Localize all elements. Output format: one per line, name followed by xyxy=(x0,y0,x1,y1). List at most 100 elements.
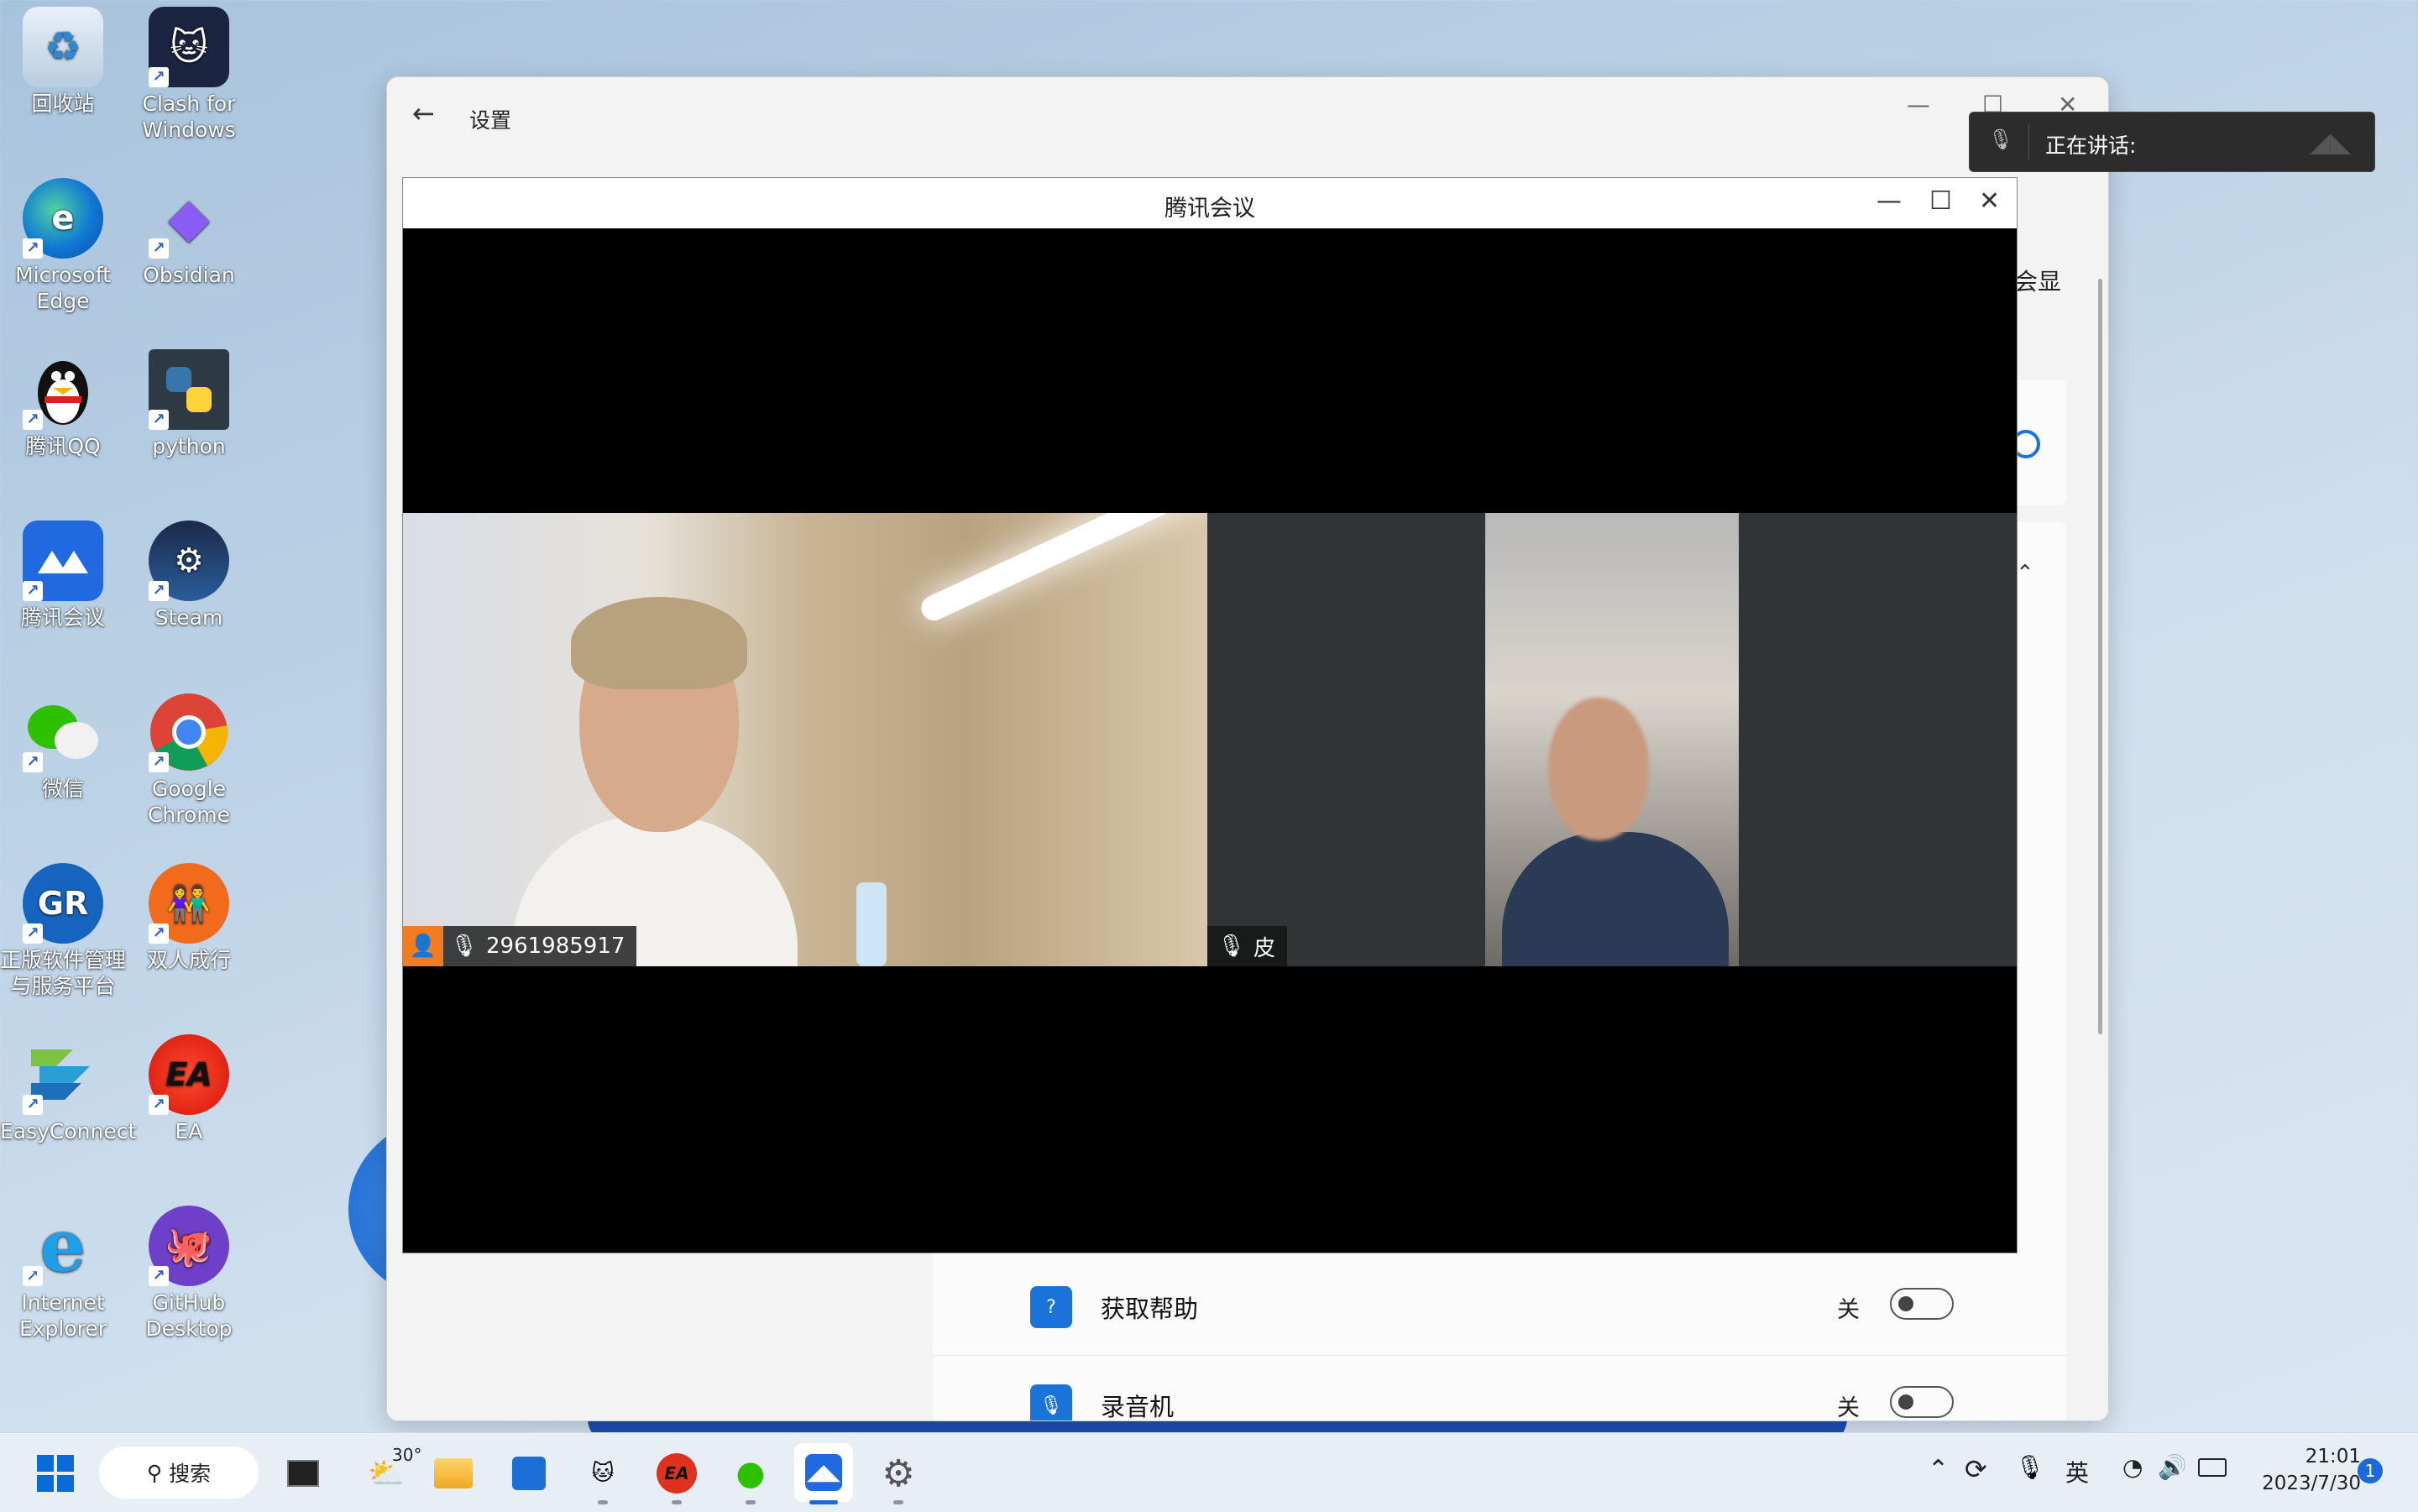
desktop-icon-steam[interactable]: ⚙ ↗ Steam xyxy=(126,521,252,630)
task-view-button[interactable] xyxy=(280,1450,327,1497)
desktop-icon-easyconnect[interactable]: ↗ EasyConnect xyxy=(0,1034,136,1144)
obsidian-icon: ◆ ↗ xyxy=(149,178,229,259)
partial-description-text: 会显 xyxy=(2014,268,2062,296)
ea-icon: EA ↗ xyxy=(149,1034,229,1115)
active-indicator xyxy=(809,1500,838,1504)
scrollbar[interactable] xyxy=(2098,279,2102,1034)
desktop-icon-it-takes-two[interactable]: 👫 ↗ 双人成行 xyxy=(126,863,252,973)
volume-icon[interactable]: 🔊 xyxy=(2158,1453,2187,1481)
minimize-button[interactable]: — xyxy=(1907,91,1930,118)
maximize-button[interactable]: ☐ xyxy=(1929,186,1952,216)
desktop-icon-wechat[interactable]: ↗ 微信 xyxy=(0,692,126,802)
wechat-icon: ● xyxy=(735,1454,766,1493)
desktop-icon-python[interactable]: ↗ python xyxy=(126,349,252,459)
qq-penguin-icon: ↗ xyxy=(23,349,103,430)
store-icon xyxy=(512,1457,546,1490)
tencent-meeting-watermark-icon: ◢◣ xyxy=(2310,126,2352,158)
taskbar-tencent-meeting[interactable]: ◢◣ xyxy=(794,1443,853,1502)
back-arrow-icon[interactable]: ← xyxy=(412,97,435,129)
microphone-icon[interactable]: 🎙 xyxy=(2015,1453,2045,1481)
python-icon: ↗ xyxy=(149,349,229,430)
taskbar-search[interactable]: ⚲ 搜索 xyxy=(99,1447,259,1499)
it-takes-two-icon: 👫 ↗ xyxy=(149,863,229,944)
task-view-icon xyxy=(287,1460,319,1487)
taskbar-store[interactable] xyxy=(505,1450,552,1497)
shortcut-arrow-icon: ↗ xyxy=(149,752,169,772)
start-button[interactable] xyxy=(32,1450,79,1497)
battery-icon[interactable] xyxy=(2198,1458,2227,1477)
minimize-button[interactable]: — xyxy=(1876,186,1902,216)
shortcut-arrow-icon: ↗ xyxy=(23,1266,43,1286)
taskbar-clash[interactable]: 🐱 xyxy=(579,1450,626,1497)
shortcut-arrow-icon: ↗ xyxy=(23,1095,43,1115)
taskbar-ea[interactable]: EA xyxy=(653,1450,700,1497)
person-hair xyxy=(571,597,747,689)
app-name: 录音机 xyxy=(1101,1393,1175,1421)
taskbar-file-explorer[interactable] xyxy=(430,1450,477,1497)
camera-feed xyxy=(1485,513,1739,966)
voice-recorder-icon: 🎙 xyxy=(1030,1384,1072,1420)
divider xyxy=(2028,124,2029,160)
person-shirt xyxy=(1502,832,1729,966)
participant-video-2[interactable]: 🎙 皮 xyxy=(1207,513,2017,966)
app-row-voice-recorder: 🎙 录音机 关 xyxy=(933,1356,2066,1421)
windows-logo-icon xyxy=(37,1455,74,1492)
running-indicator xyxy=(893,1500,903,1504)
notification-badge[interactable]: 1 xyxy=(2358,1458,2383,1483)
desktop-icon-software-platform[interactable]: GR ↗ 正版软件管理与服务平台 xyxy=(0,863,126,999)
shortcut-arrow-icon: ↗ xyxy=(149,1266,169,1286)
speaking-indicator: 🎙 正在讲话: ◢◣ xyxy=(1969,112,2375,172)
tencent-meeting-icon: ◢◣ xyxy=(805,1454,842,1491)
ceiling-lamp xyxy=(917,513,1207,625)
easyconnect-icon: ↗ xyxy=(23,1034,103,1115)
shortcut-arrow-icon: ↗ xyxy=(149,238,169,259)
gear-icon: ⚙ xyxy=(882,1452,915,1495)
desktop-icon-edge[interactable]: e ↗ Microsoft Edge xyxy=(0,178,126,314)
clock-time: 21:01 xyxy=(2305,1446,2361,1468)
ime-indicator[interactable]: 英 xyxy=(2065,1455,2089,1488)
ie-icon: e ↗ xyxy=(23,1206,103,1286)
desktop-icon-ea[interactable]: EA ↗ EA xyxy=(126,1034,252,1144)
sync-icon[interactable]: ⟳ xyxy=(1965,1453,1987,1485)
shortcut-arrow-icon: ↗ xyxy=(149,923,169,944)
tencent-meeting-icon: ↗ xyxy=(23,521,103,601)
shortcut-arrow-icon: ↗ xyxy=(23,581,43,601)
participant-name-tag: 👤 🎙 2961985917 xyxy=(403,926,637,966)
desktop-icon-recycle-bin[interactable]: ♻ 回收站 xyxy=(0,7,126,117)
shortcut-arrow-icon: ↗ xyxy=(149,410,169,430)
search-icon: ⚲ xyxy=(146,1460,163,1485)
wechat-icon: ↗ xyxy=(23,692,103,772)
close-button[interactable]: ✕ xyxy=(1979,186,2000,216)
desktop-icon-chrome[interactable]: ↗ Google Chrome xyxy=(126,692,252,828)
software-platform-icon: GR ↗ xyxy=(23,863,103,944)
clock[interactable]: 21:01 2023/7/30 xyxy=(2243,1443,2361,1497)
desktop-icon-tencent-meeting[interactable]: ↗ 腾讯会议 xyxy=(0,521,126,630)
participant-name-tag: 🎙 皮 xyxy=(1207,926,1288,966)
edge-icon: e ↗ xyxy=(23,178,103,259)
desktop-icon-github-desktop[interactable]: 🐙 ↗ GitHub Desktop xyxy=(126,1206,252,1342)
participant-name: 皮 xyxy=(1253,935,1276,961)
shortcut-arrow-icon: ↗ xyxy=(23,923,43,944)
chevron-up-icon[interactable]: ⌃ xyxy=(1928,1455,1949,1484)
taskbar-wechat[interactable]: ● xyxy=(727,1450,774,1497)
clash-cat-icon: 🐱 ↗ xyxy=(149,7,229,87)
chevron-up-icon[interactable]: ⌃ xyxy=(2016,561,2034,586)
desktop-icon-qq[interactable]: ↗ 腾讯QQ xyxy=(0,349,126,459)
toggle-switch[interactable] xyxy=(1890,1386,1954,1418)
meeting-title-bar: 腾讯会议 — ☐ ✕ xyxy=(403,178,2017,228)
wifi-icon[interactable]: ◔ xyxy=(2122,1453,2143,1481)
shortcut-arrow-icon: ↗ xyxy=(23,410,43,430)
taskbar-settings[interactable]: ⚙ xyxy=(875,1450,922,1497)
desktop-icon-obsidian[interactable]: ◆ ↗ Obsidian xyxy=(126,178,252,288)
shortcut-arrow-icon: ↗ xyxy=(149,67,169,87)
microphone-icon: 🎙 xyxy=(1217,934,1246,959)
desktop-icon-clash[interactable]: 🐱 ↗ Clash for Windows xyxy=(126,7,252,143)
toggle-switch[interactable] xyxy=(1890,1288,1954,1320)
speaking-text: 正在讲话: xyxy=(2045,133,2137,158)
weather-widget[interactable]: ⛅ 30° xyxy=(357,1445,422,1497)
clock-date: 2023/7/30 xyxy=(2262,1473,2361,1494)
running-indicator xyxy=(746,1500,756,1504)
github-icon: 🐙 ↗ xyxy=(149,1206,229,1286)
desktop-icon-internet-explorer[interactable]: e ↗ Internet Explorer xyxy=(0,1206,126,1342)
participant-video-1[interactable]: 👤 🎙 2961985917 xyxy=(403,513,1207,966)
